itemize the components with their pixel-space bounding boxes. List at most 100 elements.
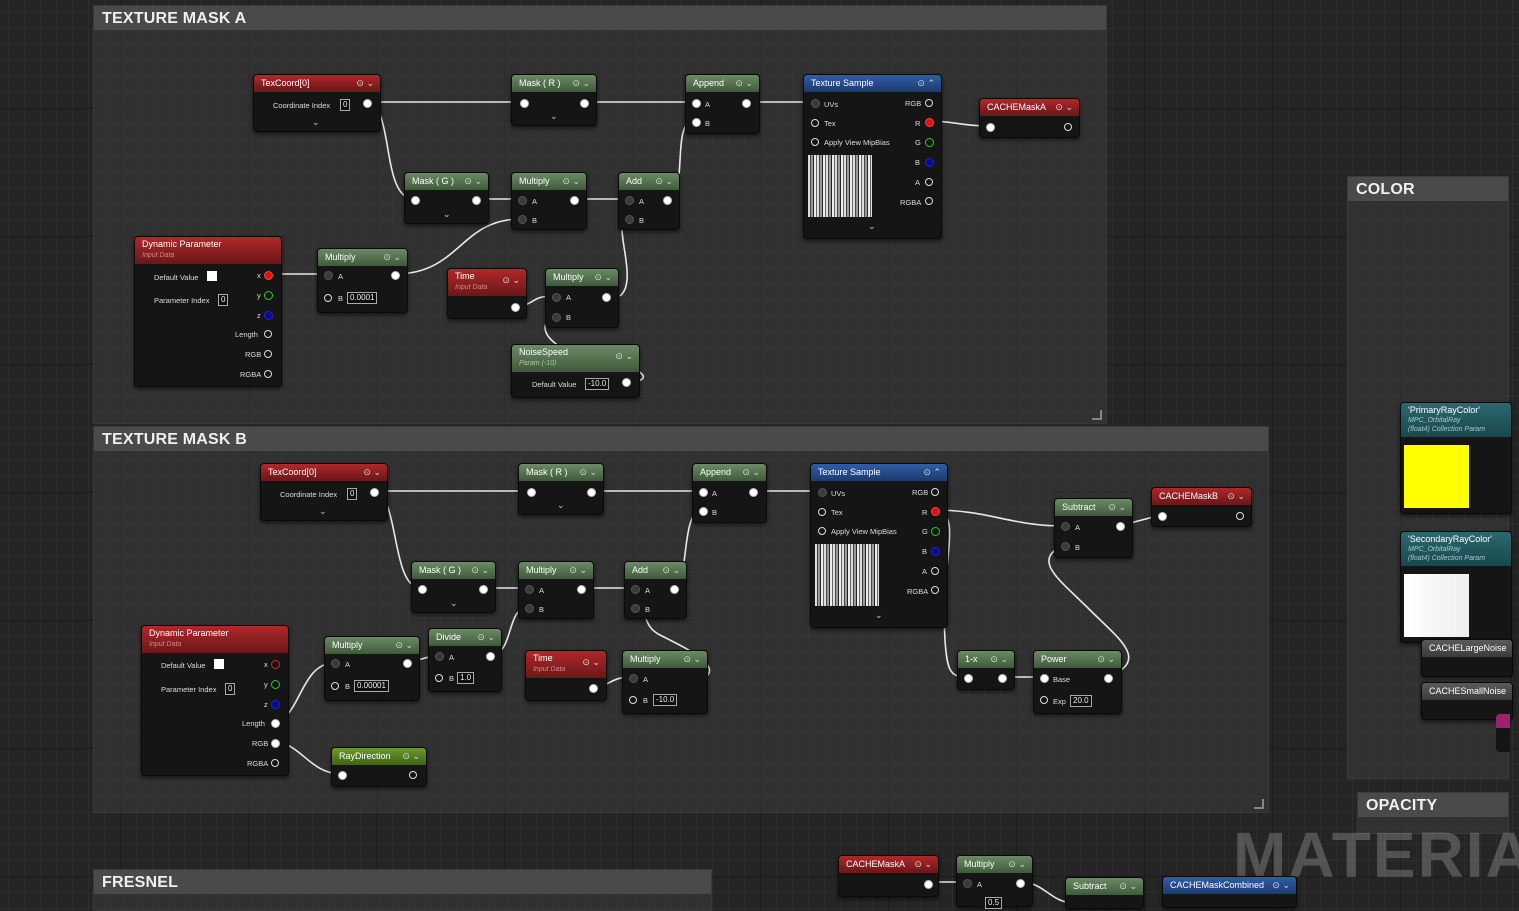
header-icons[interactable]: ⊙ ⌄ (1008, 856, 1026, 873)
output-pin[interactable] (363, 99, 372, 108)
output-pin[interactable] (1236, 512, 1244, 520)
node-header[interactable]: Multiply ⊙ ⌄ (519, 562, 593, 579)
input-a-pin[interactable] (324, 271, 333, 280)
node-header[interactable]: Mask ( R ) ⊙ ⌄ (519, 464, 603, 481)
input-a-pin[interactable] (699, 488, 708, 497)
g-pin[interactable] (925, 138, 934, 147)
output-pin[interactable] (409, 771, 417, 779)
node-header[interactable]: Mask ( G ) ⊙ ⌄ (412, 562, 495, 579)
input-b-pin[interactable] (692, 118, 701, 127)
header-icons[interactable]: ⊙ ⌄ (579, 464, 597, 481)
node-header[interactable]: Divide ⊙ ⌄ (429, 629, 501, 646)
header-icons[interactable]: ⊙ ⌄ (572, 75, 590, 92)
output-pin[interactable] (602, 293, 611, 302)
dynamic-parameter-node[interactable]: Dynamic Parameter Input Data Default Valu… (141, 625, 289, 776)
rgba-pin[interactable] (925, 197, 933, 205)
uvs-pin[interactable] (811, 99, 820, 108)
node-header[interactable]: CACHEMaskA ⊙ ⌄ (980, 99, 1079, 116)
input-a-pin[interactable] (552, 293, 561, 302)
resize-handle[interactable] (1092, 410, 1102, 420)
z-pin[interactable] (264, 311, 273, 320)
node-header[interactable]: Subtract ⊙ ⌄ (1066, 878, 1143, 895)
output-pin[interactable] (1064, 123, 1072, 131)
node-header[interactable]: Append ⊙ ⌄ (686, 75, 759, 92)
rgba-pin[interactable] (271, 759, 279, 767)
output-pin[interactable] (622, 378, 631, 387)
base-pin[interactable] (1040, 674, 1049, 683)
one-minus-x-node[interactable]: 1-x ⊙ ⌄ (957, 650, 1015, 690)
expand-chevron-icon[interactable]: ⌄ (557, 500, 565, 511)
header-icons[interactable]: ⊙ ⌄ (395, 637, 413, 654)
subtract-node[interactable]: Subtract ⊙ ⌄ A B (1054, 498, 1133, 558)
expand-chevron-icon[interactable]: ⌄ (875, 610, 883, 621)
append-node[interactable]: Append ⊙ ⌄ A B (685, 74, 760, 134)
node-header[interactable]: Append ⊙ ⌄ (693, 464, 766, 481)
header-icons[interactable]: ⊙ ⌄ (655, 173, 673, 190)
expand-chevron-icon[interactable]: ⌄ (319, 506, 327, 517)
node-header[interactable]: Multiply ⊙ ⌄ (512, 173, 586, 190)
mask-r-node[interactable]: Mask ( R ) ⊙ ⌄ ⌄ (518, 463, 604, 515)
node-header[interactable]: Time Input Data ⊙ ⌄ (448, 269, 526, 296)
output-pin[interactable] (670, 585, 679, 594)
g-pin[interactable] (931, 527, 940, 536)
input-b-pin[interactable] (518, 215, 527, 224)
header-icons[interactable]: ⊙ ⌄ (1119, 878, 1137, 895)
input-b-pin[interactable] (1061, 542, 1070, 551)
noise-speed-node[interactable]: NoiseSpeed Param (-10) ⊙ ⌄ Default Value -… (511, 344, 640, 398)
node-header[interactable]: Multiply ⊙ ⌄ (623, 651, 707, 668)
rgb-pin[interactable] (931, 488, 939, 496)
header-icons[interactable]: ⊙ ⌄ (464, 173, 482, 190)
rgba-pin[interactable] (931, 586, 939, 594)
node-header[interactable]: Dynamic Parameter Input Data (142, 626, 288, 653)
output-pin[interactable] (1016, 879, 1025, 888)
add-node[interactable]: Add ⊙ ⌄ A B (624, 561, 687, 619)
input-pin[interactable] (418, 585, 427, 594)
b-value-input[interactable]: 0.00001 (354, 680, 389, 692)
default-value-swatch[interactable] (214, 659, 224, 669)
header-icons[interactable]: ⊙ ⌄ (471, 562, 489, 579)
input-a-pin[interactable] (1061, 522, 1070, 531)
expand-chevron-icon[interactable]: ⌄ (550, 111, 558, 122)
output-pin[interactable] (370, 488, 379, 497)
add-node[interactable]: Add ⊙ ⌄ A B (618, 172, 680, 230)
b-value-input[interactable]: 0.0001 (347, 292, 378, 304)
header-icons[interactable]: ⊙ ⌃ (917, 75, 935, 92)
power-node[interactable]: Power ⊙ ⌄ Base Exp 20.0 (1033, 650, 1122, 714)
output-pin[interactable] (742, 99, 751, 108)
comment-title[interactable]: COLOR (1348, 177, 1508, 201)
cache-mask-a-node[interactable]: CACHEMaskA ⊙ ⌄ (838, 855, 939, 897)
node-header[interactable]: Multiply ⊙ ⌄ (325, 637, 419, 654)
coord-index-input[interactable]: 0 (347, 488, 358, 500)
node-header[interactable]: Multiply ⊙ ⌄ (546, 269, 618, 286)
input-a-pin[interactable] (963, 879, 972, 888)
uvs-pin[interactable] (818, 488, 827, 497)
output-pin[interactable] (587, 488, 596, 497)
node-header[interactable]: Time Input Data ⊙ ⌄ (526, 651, 606, 678)
expand-chevron-icon[interactable]: ⌄ (312, 117, 320, 128)
input-a-pin[interactable] (692, 99, 701, 108)
node-header[interactable]: Add ⊙ ⌄ (619, 173, 679, 190)
cache-mask-combined-node[interactable]: CACHEMaskCombined ⊙ ⌄ (1162, 876, 1297, 908)
input-b-pin[interactable] (629, 696, 637, 704)
output-pin[interactable] (1104, 674, 1113, 683)
input-a-pin[interactable] (625, 196, 634, 205)
output-pin[interactable] (391, 271, 400, 280)
r-pin[interactable] (931, 507, 940, 516)
input-b-pin[interactable] (331, 682, 339, 690)
length-pin[interactable] (264, 330, 272, 338)
header-icons[interactable]: ⊙ ⌄ (735, 75, 753, 92)
node-header[interactable]: Texture Sample ⊙ ⌃ (804, 75, 941, 92)
input-pin[interactable] (520, 99, 529, 108)
cache-mask-b-node[interactable]: CACHEMaskB ⊙ ⌄ (1151, 487, 1252, 527)
output-pin[interactable] (580, 99, 589, 108)
output-pin[interactable] (472, 196, 481, 205)
header-icons[interactable]: ⊙ ⌄ (1097, 651, 1115, 668)
tex-pin[interactable] (818, 508, 826, 516)
time-node[interactable]: Time Input Data ⊙ ⌄ (447, 268, 527, 319)
input-pin[interactable] (527, 488, 536, 497)
output-pin[interactable] (749, 488, 758, 497)
a-pin[interactable] (925, 178, 933, 186)
input-pin[interactable] (964, 674, 973, 683)
output-pin[interactable] (998, 674, 1007, 683)
mask-g-node[interactable]: Mask ( G ) ⊙ ⌄ ⌄ (404, 172, 489, 224)
